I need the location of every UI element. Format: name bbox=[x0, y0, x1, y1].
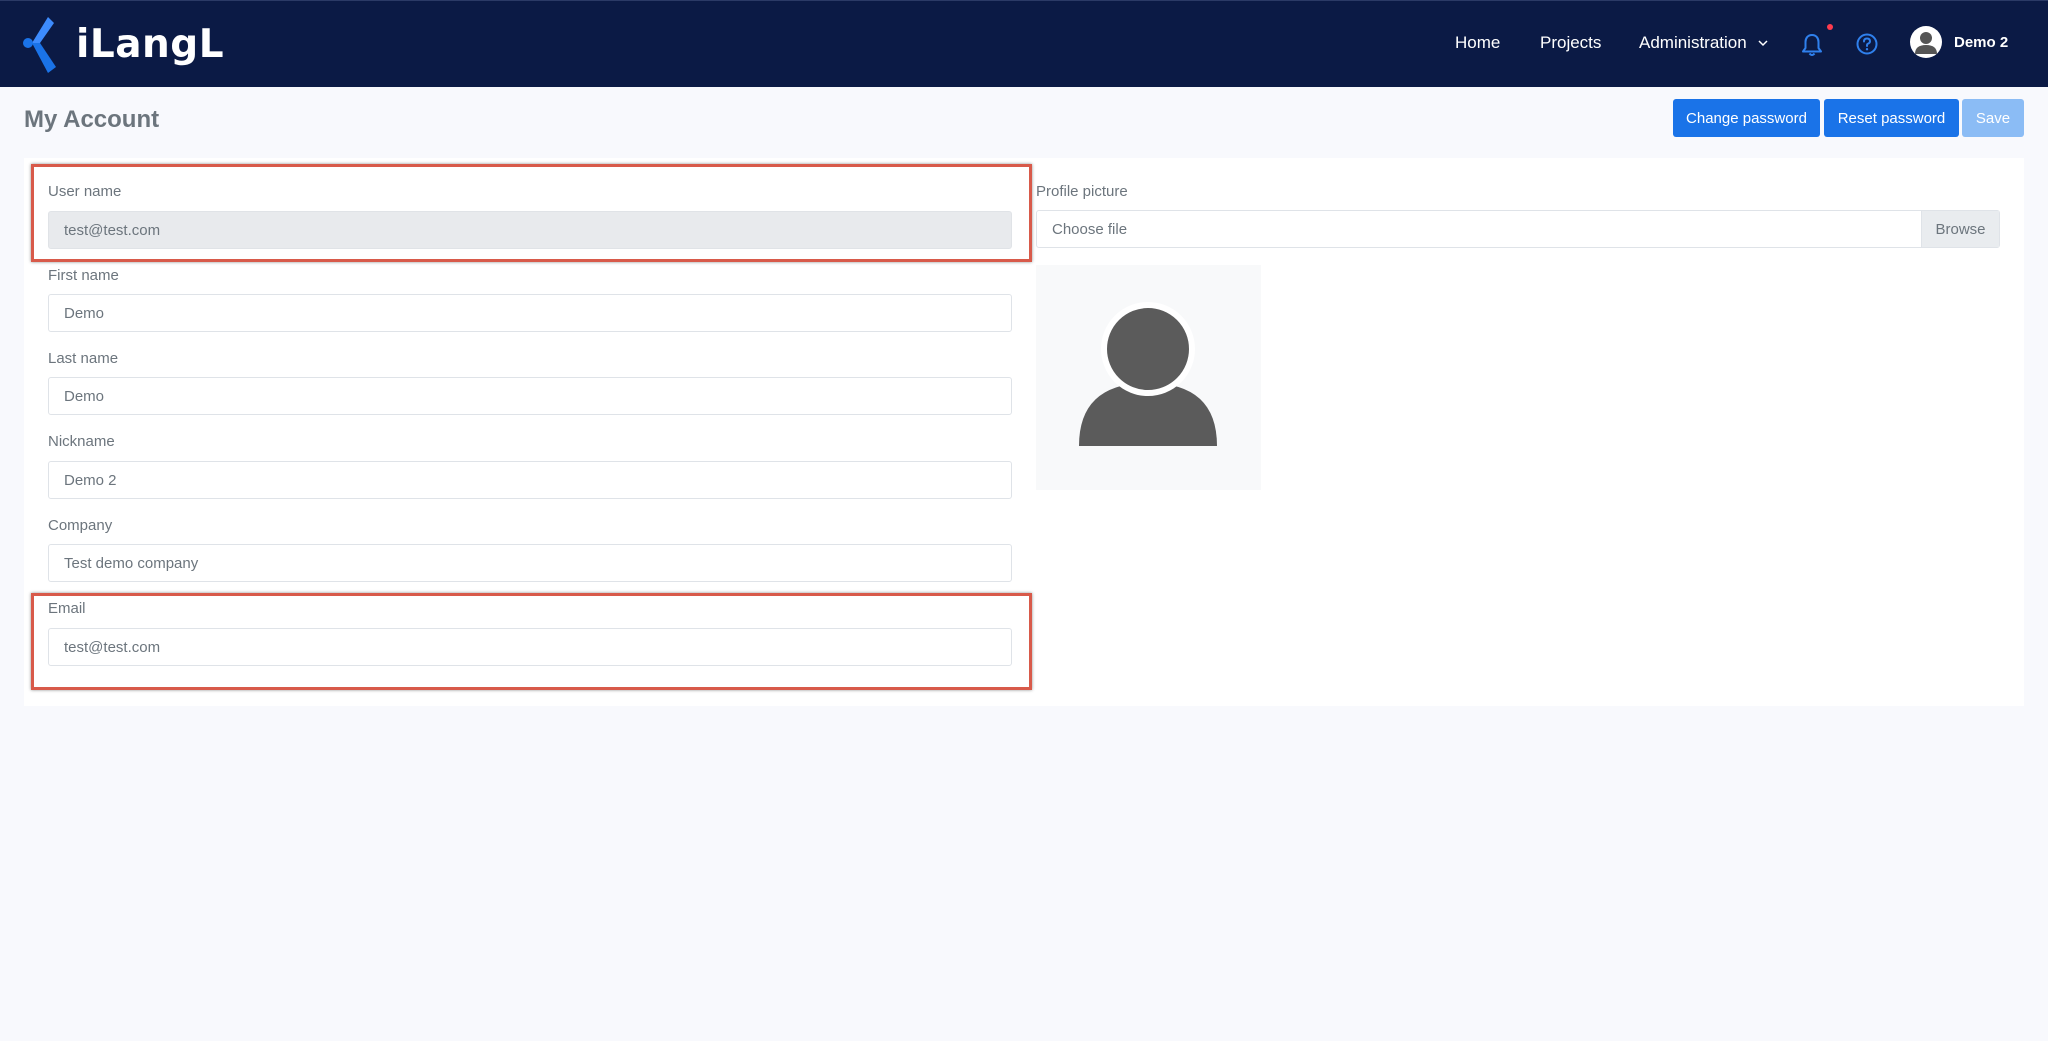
brand-name: iLangL bbox=[76, 21, 225, 67]
profile-picture-label: Profile picture bbox=[1036, 183, 1128, 200]
help-icon[interactable] bbox=[1856, 33, 1878, 55]
first-name-field[interactable]: Demo bbox=[48, 294, 1012, 332]
email-field[interactable]: test@test.com bbox=[48, 628, 1012, 666]
first-name-label: First name bbox=[48, 267, 119, 284]
default-avatar-icon bbox=[1079, 302, 1217, 446]
chevron-down-icon bbox=[1758, 40, 1768, 47]
nav-administration-label: Administration bbox=[1639, 33, 1747, 52]
company-label: Company bbox=[48, 517, 113, 534]
user-avatar-icon bbox=[1910, 26, 1942, 58]
save-button[interactable]: Save bbox=[1962, 99, 2024, 137]
choose-file-text[interactable]: Choose file bbox=[1037, 221, 1921, 238]
nav-home-link[interactable]: Home bbox=[1455, 33, 1500, 53]
profile-picture-file-input[interactable]: Choose file Browse bbox=[1036, 210, 2000, 248]
profile-picture-preview bbox=[1036, 265, 1261, 490]
brand-logo[interactable]: iLangL bbox=[22, 13, 224, 75]
user-menu[interactable]: Demo 2 bbox=[1910, 26, 2008, 58]
bell-icon[interactable] bbox=[1800, 32, 1824, 58]
email-label: Email bbox=[48, 600, 86, 617]
last-name-field[interactable]: Demo bbox=[48, 377, 1012, 415]
notification-dot bbox=[1827, 24, 1833, 30]
nav-projects-link[interactable]: Projects bbox=[1540, 33, 1601, 53]
username-field: test@test.com bbox=[48, 211, 1012, 249]
browse-button[interactable]: Browse bbox=[1921, 211, 1999, 247]
page-title: My Account bbox=[24, 106, 160, 133]
reset-password-button[interactable]: Reset password bbox=[1824, 99, 1959, 137]
username-label: User name bbox=[48, 183, 122, 200]
company-field[interactable]: Test demo company bbox=[48, 544, 1012, 582]
nickname-label: Nickname bbox=[48, 433, 115, 450]
user-name: Demo 2 bbox=[1954, 33, 2009, 51]
top-navbar: iLangL Home Projects Administration Demo… bbox=[0, 0, 2048, 87]
last-name-label: Last name bbox=[48, 350, 119, 367]
nav-administration-dropdown[interactable]: Administration bbox=[1639, 33, 1769, 53]
nickname-field[interactable]: Demo 2 bbox=[48, 461, 1012, 499]
change-password-button[interactable]: Change password bbox=[1673, 99, 1820, 137]
logo-mark-icon bbox=[23, 17, 56, 73]
